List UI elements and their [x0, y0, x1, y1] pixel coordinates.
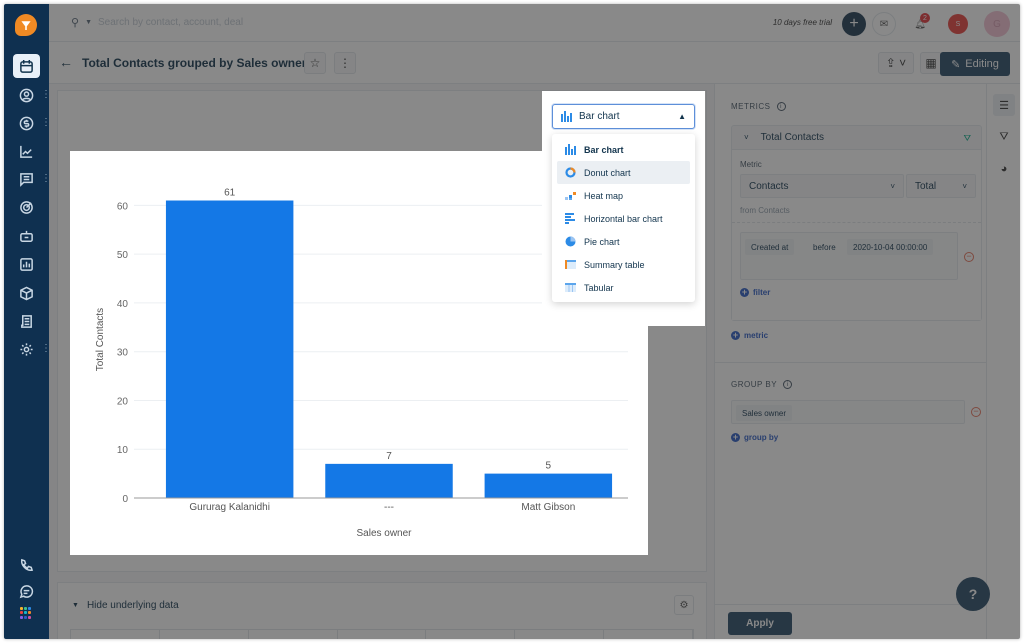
- settings-icon: [20, 342, 33, 356]
- bar: [165, 200, 294, 498]
- app-window: ⋮ ⋮ ⋮ ⋮ 0 10 20 30 40 50 60 61 Gururag K…: [4, 4, 1020, 639]
- more-icon[interactable]: ⋮: [41, 344, 51, 354]
- chart-type-option[interactable]: Donut chart: [557, 161, 690, 184]
- sidebar-item-goals[interactable]: [13, 195, 40, 219]
- apps-grid-icon[interactable]: [20, 607, 32, 619]
- data-label: 7: [386, 451, 392, 462]
- chart-type-option[interactable]: Tabular: [557, 276, 690, 299]
- sidebar-item-bots[interactable]: [13, 224, 40, 248]
- chart-type-option-label: Pie chart: [584, 236, 620, 247]
- pie-chart-icon: [565, 236, 576, 247]
- y-tick-label: 10: [117, 445, 129, 456]
- dollar-icon: [19, 116, 34, 130]
- x-tick-label: Matt Gibson: [521, 502, 575, 513]
- donut-chart-icon: [565, 167, 576, 178]
- sidebar: ⋮ ⋮ ⋮ ⋮: [4, 4, 51, 639]
- chevron-up-icon: ▲: [678, 112, 686, 121]
- x-axis-title: Sales owner: [356, 528, 412, 539]
- chart-type-option-label: Donut chart: [584, 167, 631, 178]
- chart-type-option-label: Summary table: [584, 259, 645, 270]
- document-icon: [21, 314, 32, 328]
- calendar-icon: [20, 59, 33, 73]
- chart-type-select-value: Bar chart: [579, 111, 620, 122]
- bar-chart-icon: [565, 144, 576, 155]
- sidebar-item-documents[interactable]: [13, 309, 40, 333]
- sidebar-item-contacts[interactable]: [13, 83, 40, 107]
- y-tick-label: 20: [117, 396, 129, 407]
- chart-type-menu: Bar chart Donut chart Heat map Horizontal b…: [552, 134, 695, 302]
- trend-icon: [20, 145, 33, 158]
- heat-map-icon: [565, 190, 576, 201]
- tabular-icon: [565, 282, 576, 293]
- product-icon: [20, 286, 33, 300]
- chart-type-select[interactable]: Bar chart ▲: [552, 104, 695, 129]
- sidebar-item-conversations[interactable]: [13, 167, 40, 191]
- chart-type-option[interactable]: Horizontal bar chart: [557, 207, 690, 230]
- chat-icon: [20, 172, 33, 187]
- phone-icon: [21, 558, 34, 571]
- bot-icon: [20, 230, 33, 242]
- chart-type-option-label: Bar chart: [584, 144, 624, 155]
- data-label: 61: [224, 188, 236, 199]
- sidebar-item-chat[interactable]: [13, 579, 40, 603]
- x-tick-label: ---: [384, 502, 394, 513]
- more-icon[interactable]: ⋮: [41, 174, 51, 184]
- sidebar-item-products[interactable]: [13, 281, 40, 305]
- x-tick-label: Gururag Kalanidhi: [189, 502, 270, 513]
- brand-logo[interactable]: [15, 14, 37, 36]
- bar-chart-icon: [561, 111, 572, 122]
- chart-type-option[interactable]: Summary table: [557, 253, 690, 276]
- data-label: 5: [546, 461, 552, 472]
- more-icon[interactable]: ⋮: [41, 90, 51, 100]
- chart-type-option[interactable]: Heat map: [557, 184, 690, 207]
- y-tick-label: 60: [117, 201, 129, 212]
- chart-type-option-label: Horizontal bar chart: [584, 213, 663, 224]
- y-tick-label: 30: [117, 348, 129, 359]
- y-tick-label: 50: [117, 250, 129, 261]
- chart-type-option[interactable]: Bar chart: [557, 138, 690, 161]
- reports-icon: [20, 257, 33, 271]
- chart-type-option-label: Tabular: [584, 282, 614, 293]
- y-axis-title: Total Contacts: [95, 308, 106, 371]
- horizontal-bar-icon: [565, 213, 576, 224]
- logo-icon: [21, 21, 31, 30]
- chat-bubble-icon: [19, 584, 34, 598]
- y-tick-label: 0: [122, 494, 128, 505]
- sidebar-item-calendar[interactable]: [13, 54, 40, 78]
- sidebar-item-settings[interactable]: [13, 337, 40, 361]
- chart-type-option-label: Heat map: [584, 190, 624, 201]
- contact-icon: [19, 88, 34, 102]
- bar: [484, 473, 613, 498]
- y-tick-label: 40: [117, 299, 129, 310]
- more-icon[interactable]: ⋮: [41, 118, 51, 128]
- sidebar-item-reports[interactable]: [13, 252, 40, 276]
- target-icon: [20, 200, 33, 214]
- sidebar-item-analytics[interactable]: [13, 139, 40, 163]
- summary-table-icon: [565, 259, 576, 270]
- chart-type-option[interactable]: Pie chart: [557, 230, 690, 253]
- bar: [325, 463, 453, 498]
- sidebar-item-deals[interactable]: [13, 111, 40, 135]
- sidebar-item-phone[interactable]: [13, 553, 40, 577]
